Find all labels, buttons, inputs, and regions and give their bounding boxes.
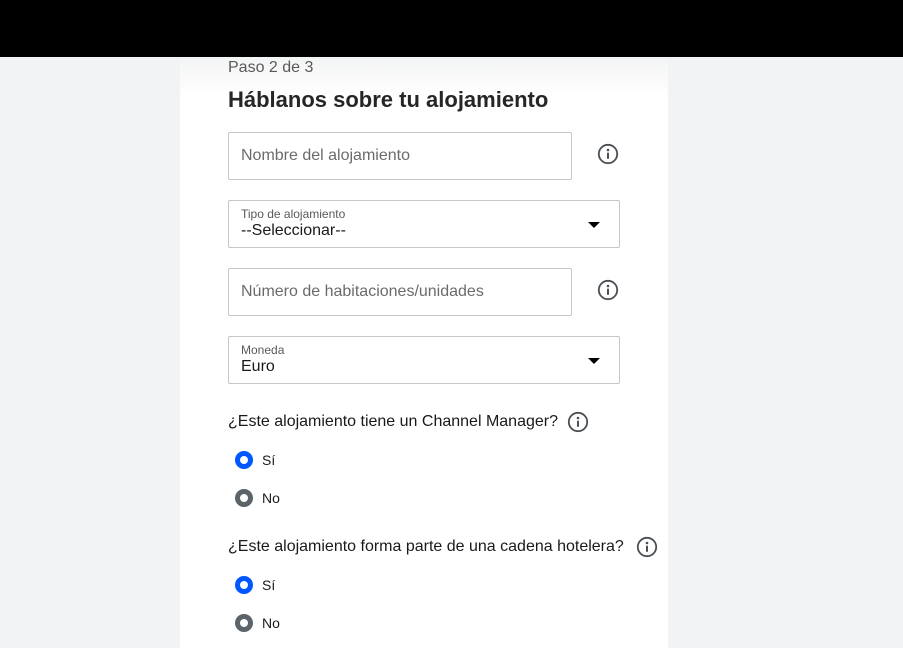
step-indicator: Paso 2 de 3 [228,59,314,76]
caret-down-icon [588,358,600,364]
info-icon[interactable] [597,143,619,165]
rooms-field[interactable] [228,268,572,316]
currency-select[interactable]: Moneda Euro [228,336,620,384]
property-name-field[interactable] [228,132,572,180]
radio-unselected[interactable] [235,489,253,507]
channel-manager-no-option[interactable]: No [235,488,280,508]
radio-label: No [262,615,280,631]
radio-label: No [262,490,280,506]
currency-label: Moneda [241,343,285,357]
rooms-input[interactable] [229,269,561,315]
radio-label: Sí [262,452,276,468]
radio-label: Sí [262,577,276,593]
property-type-label: Tipo de alojamiento [241,207,346,221]
page-title: Háblanos sobre tu alojamiento [228,87,549,112]
property-type-select[interactable]: Tipo de alojamiento --Seleccionar-- [228,200,620,248]
channel-manager-question: ¿Este alojamiento tiene un Channel Manag… [228,413,558,430]
info-icon[interactable] [597,279,619,301]
hotel-chain-question: ¿Este alojamiento forma parte de una cad… [228,538,624,555]
property-type-value: --Seleccionar-- [241,222,346,239]
info-icon[interactable] [567,411,589,433]
currency-value: Euro [241,358,275,375]
info-icon[interactable] [636,536,658,558]
radio-unselected[interactable] [235,614,253,632]
hotel-chain-yes-option[interactable]: Sí [235,575,275,595]
channel-manager-yes-option[interactable]: Sí [235,450,275,470]
top-bar [0,0,903,57]
hotel-chain-no-option[interactable]: No [235,613,280,633]
property-name-input[interactable] [229,133,561,179]
caret-down-icon [588,222,600,228]
radio-selected[interactable] [235,451,253,469]
radio-selected[interactable] [235,576,253,594]
